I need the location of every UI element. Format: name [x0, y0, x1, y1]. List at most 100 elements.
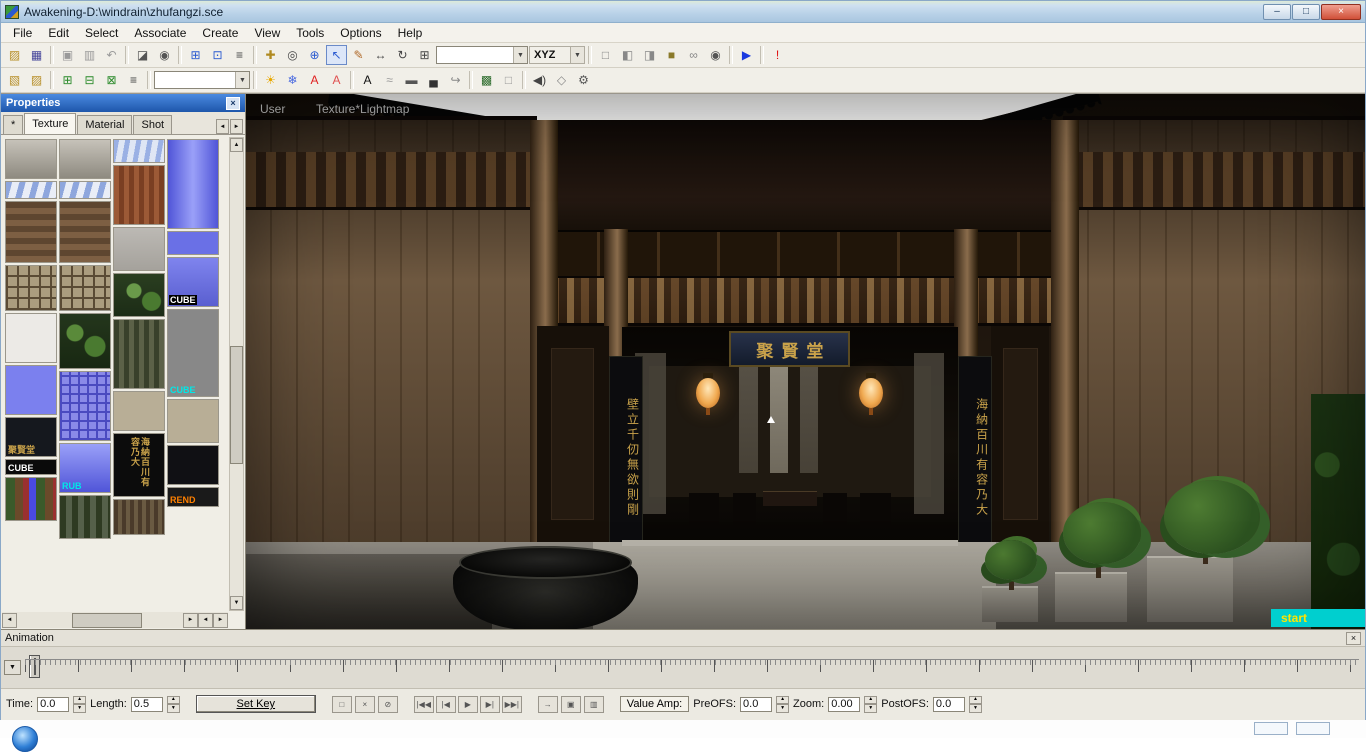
orbit-icon[interactable]: ⊕ — [304, 45, 325, 65]
texture-thumbnail[interactable] — [59, 265, 111, 311]
stamp-icon[interactable]: ◉ — [154, 45, 175, 65]
zoom-spin-up-icon[interactable]: ▲ — [864, 696, 877, 705]
texture-thumbnail[interactable] — [59, 201, 111, 263]
zoom-icon[interactable]: ◎ — [282, 45, 303, 65]
texture-thumbnail[interactable] — [5, 139, 57, 179]
texture-thumbnail[interactable]: CUBE — [167, 257, 219, 307]
font-red-icon[interactable]: A — [304, 70, 325, 90]
snap-box-icon[interactable]: □ — [595, 45, 616, 65]
texture-thumbnail[interactable] — [59, 371, 111, 441]
grid-remove-icon[interactable]: ⊟ — [79, 70, 100, 90]
goto-frame-icon[interactable]: → — [538, 696, 558, 713]
object-name-combo[interactable]: ▼ — [154, 71, 250, 89]
properties-panel-header[interactable]: Properties × — [1, 94, 245, 112]
texture-thumbnail[interactable] — [59, 313, 111, 369]
preofs-input[interactable]: 0.0 — [740, 697, 772, 712]
menu-associate[interactable]: Associate — [126, 24, 194, 42]
render-target-icon[interactable]: ▩ — [476, 70, 497, 90]
tab-material[interactable]: Material — [77, 115, 132, 134]
texture-thumbnail[interactable]: CUBE — [5, 459, 57, 475]
length-spin-up-icon[interactable]: ▲ — [167, 696, 180, 705]
copy-icon[interactable]: ▣ — [57, 45, 78, 65]
texture-thumbnail[interactable] — [113, 139, 165, 163]
go-end-icon[interactable]: ▶▶| — [502, 696, 522, 713]
play-icon[interactable]: ▶ — [736, 45, 757, 65]
texture-thumbnail[interactable]: 聚賢堂 — [5, 417, 57, 457]
panel-close-icon[interactable]: × — [226, 97, 240, 110]
time-spin-up-icon[interactable]: ▲ — [73, 696, 86, 705]
folder-grid-icon[interactable]: ▨ — [26, 70, 47, 90]
texture-thumbnail[interactable] — [5, 201, 57, 263]
chevron-down-icon[interactable]: ▼ — [570, 47, 584, 63]
tab-shot[interactable]: Shot — [133, 115, 172, 134]
scroll-down-icon[interactable]: ▼ — [230, 596, 243, 610]
add-folder-icon[interactable]: ▧ — [4, 70, 25, 90]
tray-item[interactable] — [1254, 722, 1288, 735]
start-button[interactable]: start — [1271, 609, 1365, 627]
time-spin-down-icon[interactable]: ▼ — [73, 704, 86, 713]
texture-thumbnail[interactable] — [167, 445, 219, 485]
menu-file[interactable]: File — [5, 24, 40, 42]
texture-thumbnail[interactable] — [5, 477, 57, 521]
menu-select[interactable]: Select — [77, 24, 126, 42]
postofs-input[interactable]: 0.0 — [933, 697, 965, 712]
menu-view[interactable]: View — [246, 24, 288, 42]
animation-panel-header[interactable]: Animation × — [1, 630, 1365, 647]
chevron-down-icon[interactable]: ▼ — [235, 72, 249, 88]
tab-scroll-left-icon[interactable]: ◄ — [216, 119, 229, 134]
new-key-icon[interactable]: □ — [332, 696, 352, 713]
length-spin-down-icon[interactable]: ▼ — [167, 704, 180, 713]
postofs-spin-up-icon[interactable]: ▲ — [969, 696, 982, 705]
texture-thumbnail[interactable] — [113, 273, 165, 317]
tab-scroll-right-icon[interactable]: ► — [230, 119, 243, 134]
prev-frame-icon[interactable]: |◀ — [436, 696, 456, 713]
texture-thumbnail[interactable] — [113, 227, 165, 271]
diamond-icon[interactable]: ◇ — [551, 70, 572, 90]
texture-thumbnail[interactable] — [5, 365, 57, 415]
chevron-down-icon[interactable]: ▼ — [513, 47, 527, 63]
layout-grid-icon[interactable]: ⊞ — [414, 45, 435, 65]
eraser-icon[interactable]: ◪ — [132, 45, 153, 65]
delete-key-icon[interactable]: × — [355, 696, 375, 713]
scroll-up-icon[interactable]: ▲ — [230, 138, 243, 152]
lock-icon[interactable]: ■ — [661, 45, 682, 65]
texture-thumbnail[interactable] — [113, 499, 165, 535]
title-bar[interactable]: Awakening-D:\windrain\zhufangzi.sce – □ … — [1, 1, 1365, 23]
path-arrow-icon[interactable]: ↪ — [445, 70, 466, 90]
texture-thumbnail[interactable] — [167, 399, 219, 443]
select-arrow-icon[interactable]: ↖ — [326, 45, 347, 65]
selection-set-combo[interactable]: ▼ — [436, 46, 528, 64]
track-dropdown-icon[interactable]: ▼ — [4, 660, 21, 675]
value-amp-button[interactable]: Value Amp: — [620, 696, 689, 712]
paste-key-icon[interactable]: ▥ — [584, 696, 604, 713]
time-input[interactable]: 0.0 — [37, 697, 69, 712]
menu-tools[interactable]: Tools — [288, 24, 332, 42]
fog-icon[interactable]: ≈ — [379, 70, 400, 90]
animation-close-icon[interactable]: × — [1346, 632, 1361, 645]
tab-all[interactable]: * — [3, 115, 23, 134]
viewport-shading-label[interactable]: Texture*Lightmap — [316, 102, 409, 116]
list-mode-icon[interactable]: ≡ — [123, 70, 144, 90]
zoom-input[interactable]: 0.00 — [828, 697, 860, 712]
link-icon[interactable]: ∞ — [683, 45, 704, 65]
texture-thumbnail[interactable] — [59, 495, 111, 539]
grid-add-icon[interactable]: ⊞ — [57, 70, 78, 90]
minimize-button[interactable]: – — [1263, 4, 1291, 20]
open-file-icon[interactable]: ▨ — [4, 45, 25, 65]
timeline-ruler[interactable] — [25, 659, 1359, 672]
pan-hand-icon[interactable]: ✚ — [260, 45, 281, 65]
tool-icon[interactable]: ⚙ — [573, 70, 594, 90]
texture-thumbnail[interactable] — [59, 139, 111, 179]
copy-key-icon[interactable]: ▣ — [561, 696, 581, 713]
font-red-small-icon[interactable]: A — [326, 70, 347, 90]
scroll-right-icon[interactable]: ► — [183, 613, 198, 628]
go-start-icon[interactable]: |◀◀ — [414, 696, 434, 713]
filter-key-icon[interactable]: ⊘ — [378, 696, 398, 713]
undo-icon[interactable]: ↶ — [101, 45, 122, 65]
viewport-3d[interactable]: 聚賢堂 壁立千仞無欲則剛 海納百川有容乃大 — [246, 94, 1365, 629]
grid-close-icon[interactable]: ⊠ — [101, 70, 122, 90]
vertical-scroll-thumb[interactable] — [230, 346, 243, 464]
panel-pan-right-icon[interactable]: ► — [213, 613, 228, 628]
texture-vertical-scrollbar[interactable]: ▲ ▼ — [229, 137, 244, 611]
menu-create[interactable]: Create — [194, 24, 246, 42]
